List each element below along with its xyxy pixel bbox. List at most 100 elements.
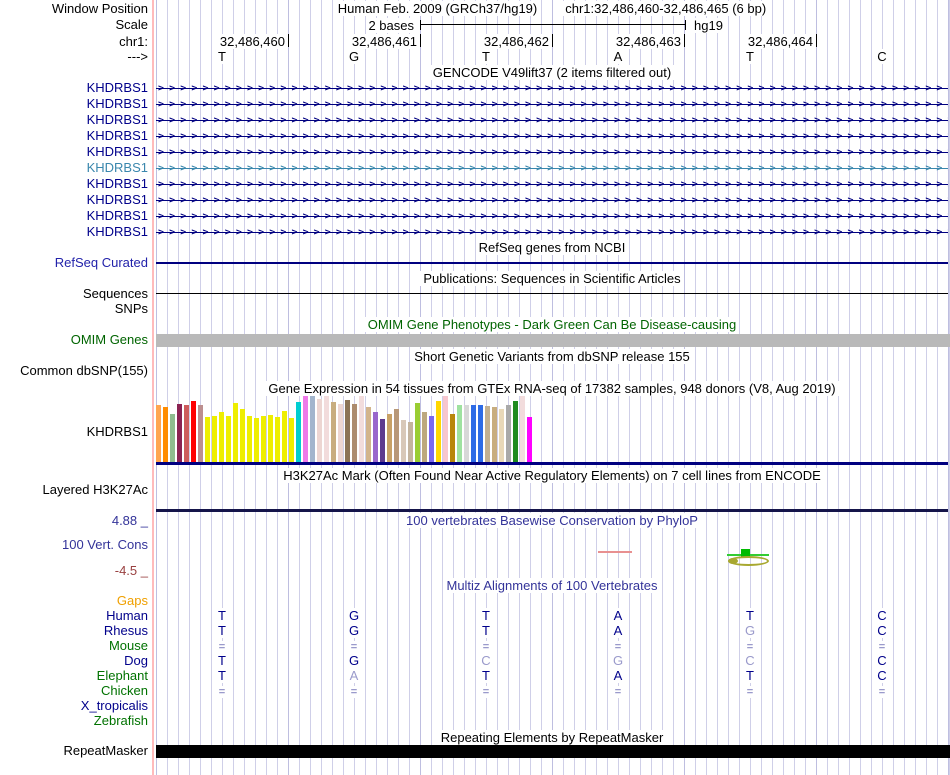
gtex-tissue-bar[interactable] (254, 418, 259, 462)
gtex-tissue-bar[interactable] (331, 402, 336, 462)
gtex-tissue-bar[interactable] (338, 404, 343, 462)
publications-track-title[interactable]: Publications: Sequences in Scientific Ar… (156, 271, 948, 286)
gtex-gene-label[interactable]: KHDRBS1 (0, 425, 148, 439)
species-label[interactable]: Elephant (0, 669, 148, 683)
h3k27ac-track-title[interactable]: H3K27Ac Mark (Often Found Near Active Re… (156, 468, 948, 483)
gtex-tissue-bar[interactable] (450, 414, 455, 462)
gtex-tissue-bar[interactable] (352, 404, 357, 462)
gene-label[interactable]: KHDRBS1 (0, 97, 148, 111)
gtex-tissue-bar[interactable] (317, 399, 322, 462)
gtex-tissue-bar[interactable] (219, 412, 224, 462)
gtex-tissue-bar[interactable] (415, 403, 420, 462)
publications-sequence-bar[interactable] (156, 293, 948, 294)
species-label[interactable]: Mouse (0, 639, 148, 653)
gtex-tissue-bar[interactable] (170, 414, 175, 462)
gtex-tissue-bar[interactable] (429, 416, 434, 462)
gtex-tissue-bar[interactable] (163, 407, 168, 462)
gene-model-row[interactable]: >>>>>>>>>>>>>>>>>>>>>>>>>>>>>>>>>>>>>>>>… (156, 161, 948, 176)
gene-model-row[interactable]: >>>>>>>>>>>>>>>>>>>>>>>>>>>>>>>>>>>>>>>>… (156, 177, 948, 192)
sequences-label[interactable]: Sequences (0, 287, 148, 301)
gtex-tissue-bar[interactable] (212, 416, 217, 462)
gtex-tissue-bar[interactable] (296, 402, 301, 462)
gtex-tissue-bar[interactable] (310, 396, 315, 462)
gene-model-row[interactable]: >>>>>>>>>>>>>>>>>>>>>>>>>>>>>>>>>>>>>>>>… (156, 113, 948, 128)
gtex-tissue-bar[interactable] (499, 409, 504, 462)
dbsnp-label[interactable]: Common dbSNP(155) (0, 364, 148, 378)
gtex-tissue-bar[interactable] (359, 395, 364, 462)
gtex-tissue-bar[interactable] (408, 422, 413, 462)
repeatmasker-track-title[interactable]: Repeating Elements by RepeatMasker (156, 730, 948, 745)
refseq-gene-bar[interactable] (156, 262, 948, 264)
gene-label[interactable]: KHDRBS1 (0, 129, 148, 143)
gtex-tissue-bar[interactable] (247, 416, 252, 462)
gene-model-row[interactable]: >>>>>>>>>>>>>>>>>>>>>>>>>>>>>>>>>>>>>>>>… (156, 145, 948, 160)
repeatmasker-bar[interactable] (156, 745, 950, 758)
gencode-track-title[interactable]: GENCODE V49lift37 (2 items filtered out) (156, 65, 948, 80)
gtex-tissue-bar[interactable] (471, 405, 476, 462)
gtex-tissue-bar[interactable] (520, 392, 525, 462)
multiz-track-title[interactable]: Multiz Alignments of 100 Vertebrates (156, 578, 948, 593)
gene-model-row[interactable]: >>>>>>>>>>>>>>>>>>>>>>>>>>>>>>>>>>>>>>>>… (156, 225, 948, 240)
gtex-tissue-bar[interactable] (198, 405, 203, 462)
gtex-tissue-bar[interactable] (177, 404, 182, 462)
omim-gene-bar[interactable] (156, 334, 950, 347)
gtex-tissue-bar[interactable] (345, 400, 350, 462)
repeatmasker-label[interactable]: RepeatMasker (0, 744, 148, 758)
species-label[interactable]: X_tropicalis (0, 699, 148, 713)
conservation-track-title[interactable]: 100 vertebrates Basewise Conservation by… (156, 513, 948, 528)
gene-model-row[interactable]: >>>>>>>>>>>>>>>>>>>>>>>>>>>>>>>>>>>>>>>>… (156, 193, 948, 208)
gtex-tissue-bar[interactable] (422, 412, 427, 462)
gene-label[interactable]: KHDRBS1 (0, 113, 148, 127)
gtex-tissue-bar[interactable] (380, 419, 385, 462)
species-label[interactable]: Human (0, 609, 148, 623)
species-label[interactable]: Zebrafish (0, 714, 148, 728)
gtex-tissue-bar[interactable] (457, 405, 462, 462)
gene-model-row[interactable]: >>>>>>>>>>>>>>>>>>>>>>>>>>>>>>>>>>>>>>>>… (156, 81, 948, 96)
gtex-tissue-bar[interactable] (156, 405, 161, 462)
gtex-tissue-bar[interactable] (233, 403, 238, 462)
omim-genes-label[interactable]: OMIM Genes (0, 333, 148, 347)
gtex-tissue-bar[interactable] (324, 394, 329, 462)
gtex-tissue-bar[interactable] (492, 407, 497, 462)
gtex-tissue-bar[interactable] (289, 418, 294, 462)
gene-model-row[interactable]: >>>>>>>>>>>>>>>>>>>>>>>>>>>>>>>>>>>>>>>>… (156, 97, 948, 112)
gtex-tissue-bar[interactable] (261, 416, 266, 462)
h3k27ac-label[interactable]: Layered H3K27Ac (0, 483, 148, 497)
gtex-tissue-bar[interactable] (205, 417, 210, 462)
gtex-tissue-bar[interactable] (373, 412, 378, 462)
gtex-tissue-bar[interactable] (366, 407, 371, 462)
gtex-tissue-bar[interactable] (506, 405, 511, 462)
gtex-tissue-bar[interactable] (240, 409, 245, 462)
gtex-tissue-bar[interactable] (303, 389, 308, 462)
gene-label[interactable]: KHDRBS1 (0, 193, 148, 207)
gtex-tissue-bar[interactable] (275, 417, 280, 462)
gtex-tissue-bar[interactable] (401, 420, 406, 462)
gene-label[interactable]: KHDRBS1 (0, 209, 148, 223)
gene-model-row[interactable]: >>>>>>>>>>>>>>>>>>>>>>>>>>>>>>>>>>>>>>>>… (156, 209, 948, 224)
gtex-tissue-bar[interactable] (513, 401, 518, 462)
species-label[interactable]: Chicken (0, 684, 148, 698)
gene-label[interactable]: KHDRBS1 (0, 81, 148, 95)
gene-model-row[interactable]: >>>>>>>>>>>>>>>>>>>>>>>>>>>>>>>>>>>>>>>>… (156, 129, 948, 144)
dbsnp-track-title[interactable]: Short Genetic Variants from dbSNP releas… (156, 349, 948, 364)
gtex-tissue-bar[interactable] (485, 406, 490, 462)
gtex-tissue-bar[interactable] (478, 405, 483, 462)
gtex-tissue-bar[interactable] (387, 414, 392, 462)
gtex-tissue-bar[interactable] (226, 416, 231, 462)
gtex-tissue-bar[interactable] (282, 411, 287, 462)
gene-label[interactable]: KHDRBS1 (0, 177, 148, 191)
snps-label[interactable]: SNPs (0, 302, 148, 316)
gtex-tissue-bar[interactable] (443, 389, 448, 462)
species-label[interactable]: Dog (0, 654, 148, 668)
gtex-tissue-bar[interactable] (527, 417, 532, 462)
conservation-label[interactable]: 100 Vert. Cons (0, 538, 148, 552)
species-label[interactable]: Gaps (0, 594, 148, 608)
refseq-curated-label[interactable]: RefSeq Curated (0, 256, 148, 270)
gene-label[interactable]: KHDRBS1 (0, 225, 148, 239)
gtex-tissue-bar[interactable] (268, 415, 273, 462)
gene-label[interactable]: KHDRBS1 (0, 145, 148, 159)
gtex-tissue-bar[interactable] (191, 401, 196, 462)
gtex-tissue-bar[interactable] (394, 409, 399, 462)
species-label[interactable]: Rhesus (0, 624, 148, 638)
refseq-track-title[interactable]: RefSeq genes from NCBI (156, 240, 948, 255)
